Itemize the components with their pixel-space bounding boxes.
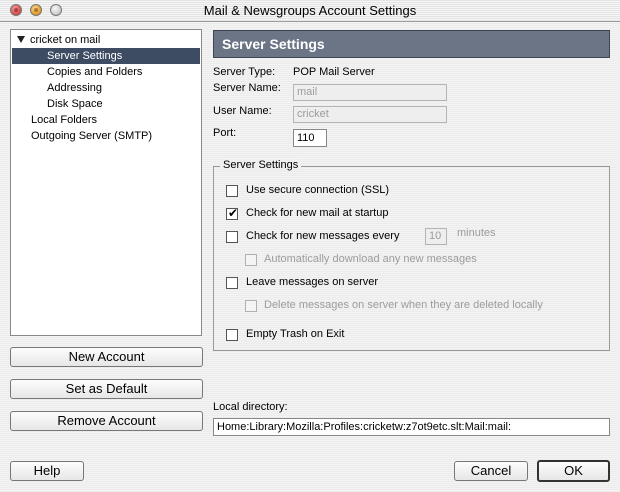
secure-connection-label[interactable]: Use secure connection (SSL) <box>246 184 389 196</box>
check-every-label[interactable]: Check for new messages every <box>246 230 399 242</box>
tree-item-outgoing-server[interactable]: Outgoing Server (SMTP) <box>12 128 200 144</box>
new-account-button[interactable]: New Account <box>10 347 203 367</box>
delete-on-server-label: Delete messages on server when they are … <box>264 299 543 311</box>
leave-on-server-label[interactable]: Leave messages on server <box>246 276 378 288</box>
tree-item-addressing[interactable]: Addressing <box>12 80 200 96</box>
check-every-checkbox[interactable] <box>226 231 238 243</box>
window-title: Mail & Newsgroups Account Settings <box>203 3 417 18</box>
tree-item-local-folders[interactable]: Local Folders <box>12 112 200 128</box>
tree-item-server-settings[interactable]: Server Settings <box>12 48 200 64</box>
tree-item-label: Outgoing Server (SMTP) <box>31 130 153 142</box>
local-directory-field[interactable]: Home:Library:Mozilla:Profiles:cricketw:z… <box>213 418 610 436</box>
empty-trash-checkbox[interactable] <box>226 329 238 341</box>
tree-item-copies-folders[interactable]: Copies and Folders <box>12 64 200 80</box>
server-name-field: mail <box>293 84 447 101</box>
minutes-label: minutes <box>457 227 496 239</box>
auto-download-checkbox <box>245 254 257 266</box>
title-bar: Mail & Newsgroups Account Settings <box>0 0 620 22</box>
port-label: Port: <box>213 127 237 139</box>
tree-item-label: Disk Space <box>47 98 103 110</box>
user-name-label: User Name: <box>213 105 272 117</box>
remove-account-button[interactable]: Remove Account <box>10 411 203 431</box>
tree-item-account[interactable]: cricket on mail <box>12 32 200 48</box>
server-type-value: POP Mail Server <box>293 66 375 78</box>
check-startup-checkbox[interactable]: ✔ <box>226 206 239 220</box>
disclosure-triangle-icon[interactable] <box>17 36 25 43</box>
auto-download-label: Automatically download any new messages <box>264 253 477 265</box>
server-name-label: Server Name: <box>213 82 281 94</box>
minutes-field: 10 <box>425 228 447 245</box>
help-button[interactable]: Help <box>10 461 84 481</box>
check-startup-label[interactable]: Check for new mail at startup <box>246 207 388 219</box>
server-type-label: Server Type: <box>213 66 276 78</box>
empty-trash-label[interactable]: Empty Trash on Exit <box>246 328 344 340</box>
secure-connection-checkbox[interactable] <box>226 185 238 197</box>
tree-item-label: cricket on mail <box>30 34 101 46</box>
group-legend: Server Settings <box>220 159 302 171</box>
leave-on-server-checkbox[interactable] <box>226 277 238 289</box>
account-tree[interactable]: cricket on mail Server Settings Copies a… <box>10 29 202 336</box>
delete-on-server-checkbox <box>245 300 257 312</box>
tree-item-disk-space[interactable]: Disk Space <box>12 96 200 112</box>
ok-button[interactable]: OK <box>537 460 610 482</box>
settings-window: Mail & Newsgroups Account Settings crick… <box>0 0 620 492</box>
cancel-button[interactable]: Cancel <box>454 461 528 481</box>
tree-item-label: Local Folders <box>31 114 98 126</box>
tree-item-label: Addressing <box>47 82 103 94</box>
tree-item-label: Server Settings <box>47 50 123 62</box>
panel-header: Server Settings <box>213 30 610 58</box>
set-default-button[interactable]: Set as Default <box>10 379 203 399</box>
port-field[interactable]: 110 <box>293 129 327 147</box>
panel-title: Server Settings <box>222 36 325 52</box>
user-name-field: cricket <box>293 106 447 123</box>
checkmark-icon: ✔ <box>228 206 239 220</box>
tree-item-label: Copies and Folders <box>47 66 143 78</box>
local-directory-label: Local directory: <box>213 401 288 413</box>
